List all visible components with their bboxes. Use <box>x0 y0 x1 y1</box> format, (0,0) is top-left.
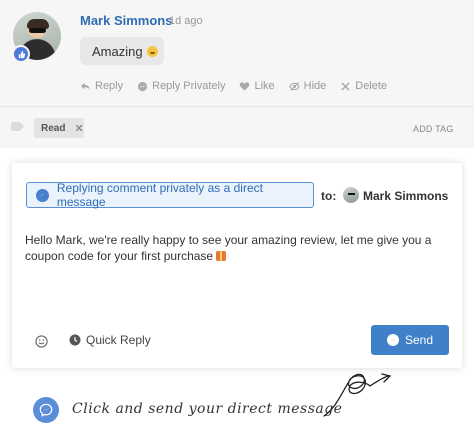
scribble-arrow-icon <box>323 373 392 417</box>
message-input[interactable]: Hello Mark, we're really happy to see yo… <box>25 232 450 264</box>
avatar-sunglasses <box>29 28 46 33</box>
reply-privately-label: Reply Privately <box>152 80 226 92</box>
like-icon <box>240 81 250 91</box>
divider <box>0 106 474 107</box>
reply-privately-icon <box>138 81 148 91</box>
like-button[interactable]: Like <box>239 80 275 92</box>
messenger-send-icon <box>386 334 399 346</box>
tag-read[interactable]: Read ✕ <box>34 118 84 138</box>
tag-read-label: Read <box>41 122 66 134</box>
reply-privately-button[interactable]: Reply Privately <box>137 80 225 92</box>
hide-icon <box>288 81 300 91</box>
recipient-avatar <box>343 187 359 203</box>
smiling-emoji-icon <box>146 45 158 57</box>
emoji-icon[interactable] <box>35 335 48 348</box>
comment-bubble: Amazing <box>80 37 164 65</box>
like-label: Like <box>254 80 275 92</box>
clock-icon <box>69 334 81 346</box>
comment-actions: Reply Reply Privately Like Hide Delete <box>80 80 401 92</box>
message-text: Hello Mark, we're really happy to see yo… <box>25 233 432 263</box>
remove-tag-icon[interactable]: ✕ <box>74 122 83 135</box>
reply-icon <box>80 82 91 90</box>
private-reply-mode: Replying comment privately as a direct m… <box>26 181 314 209</box>
messenger-icon <box>36 188 49 202</box>
facebook-badge-icon <box>12 45 30 63</box>
add-tag-button[interactable]: ADD TAG <box>413 124 454 134</box>
comment-text: Amazing <box>92 43 143 59</box>
quick-reply-label: Quick Reply <box>86 333 151 347</box>
delete-button[interactable]: Delete <box>340 80 387 92</box>
comment-author[interactable]: Mark Simmons <box>80 13 172 28</box>
gift-emoji-icon <box>216 251 227 261</box>
send-button[interactable]: Send <box>371 325 449 355</box>
tag-icon <box>11 122 24 131</box>
delete-label: Delete <box>355 80 388 92</box>
to-label: to: <box>321 189 337 203</box>
private-reply-composer: Replying comment privately as a direct m… <box>12 163 462 368</box>
recipient-name: Mark Simmons <box>363 189 449 203</box>
delete-icon <box>341 81 350 91</box>
hide-button[interactable]: Hide <box>288 80 327 92</box>
send-label: Send <box>404 333 434 347</box>
hide-label: Hide <box>303 80 327 92</box>
quick-reply-button[interactable]: Quick Reply <box>69 333 151 347</box>
reply-button[interactable]: Reply <box>80 80 123 92</box>
annotation-text: Click and send your direct message <box>72 401 343 417</box>
comment-time: 1d ago <box>169 15 203 27</box>
messenger-logo-icon <box>33 397 59 423</box>
reply-label: Reply <box>95 80 124 92</box>
private-reply-mode-label: Replying comment privately as a direct m… <box>56 181 263 209</box>
